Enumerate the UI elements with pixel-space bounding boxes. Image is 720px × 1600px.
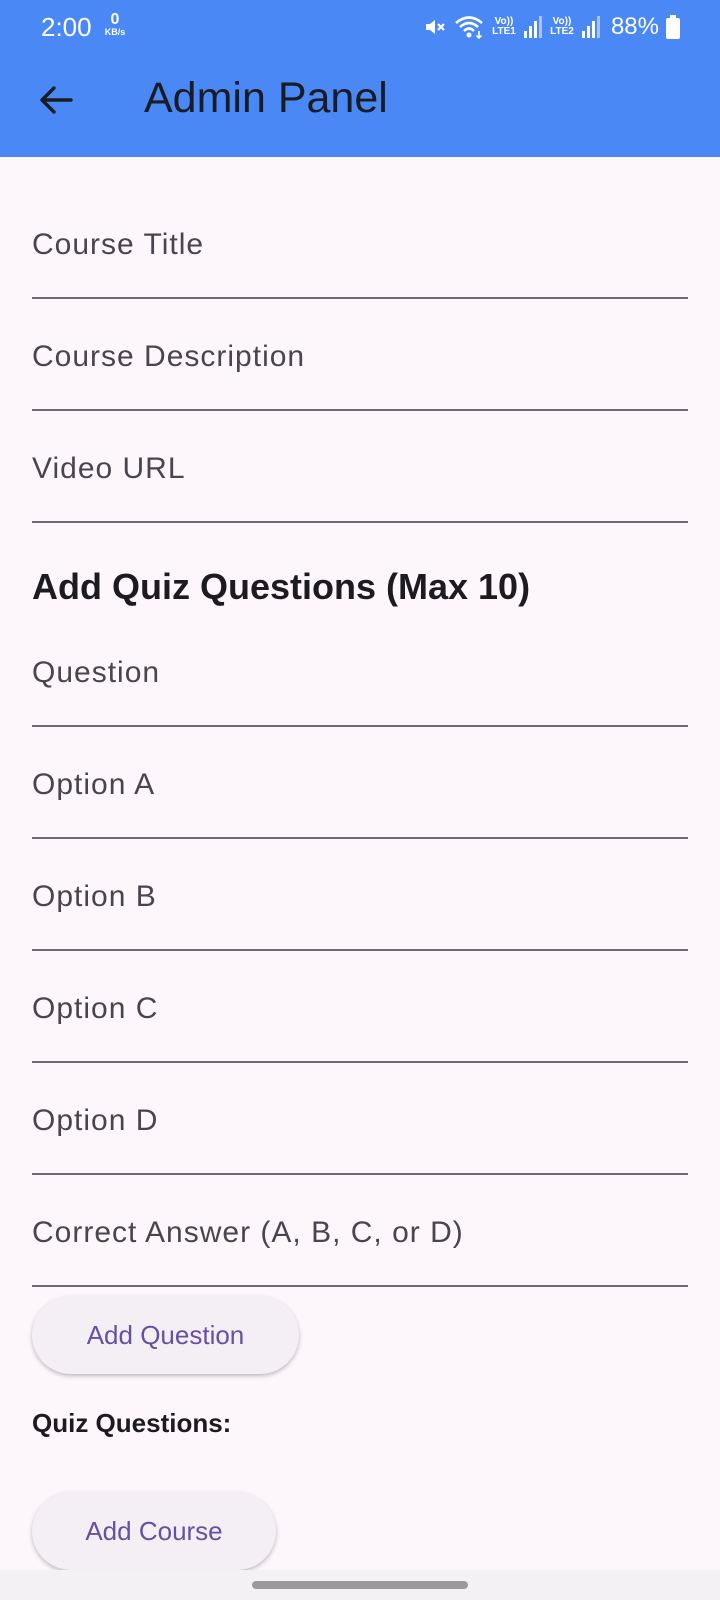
video-url-input[interactable] xyxy=(32,411,688,521)
arrow-left-icon xyxy=(40,86,73,114)
option-b-field xyxy=(32,839,688,951)
page-title: Admin Panel xyxy=(144,74,388,122)
course-title-field xyxy=(32,187,688,299)
quiz-section-heading: Add Quiz Questions (Max 10) xyxy=(32,566,531,607)
status-time: 2:00 xyxy=(41,12,92,42)
back-button[interactable] xyxy=(36,80,76,120)
battery-percent: 88% xyxy=(610,13,659,40)
gesture-handle[interactable] xyxy=(252,1581,468,1589)
sim1-label: Vo)) LTE1 xyxy=(492,16,516,37)
video-url-field xyxy=(32,411,688,523)
net-speed-value: 0 xyxy=(110,11,120,28)
course-description-input[interactable] xyxy=(32,299,688,409)
course-description-field xyxy=(32,299,688,411)
status-icons: Vo)) LTE1 Vo)) LTE2 88% xyxy=(423,12,680,42)
admin-panel-screen: 2:00 0 KB/s Vo)) LTE1 Vo)) LTE2 88% Admi… xyxy=(0,0,720,1600)
net-speed-unit: KB/s xyxy=(104,27,126,37)
quiz-questions-heading: Quiz Questions: xyxy=(32,1408,232,1438)
signal-icon xyxy=(523,16,542,38)
wifi-icon xyxy=(454,14,484,40)
battery-icon xyxy=(666,15,680,39)
status-bar: 2:00 0 KB/s Vo)) LTE1 Vo)) LTE2 88% xyxy=(0,0,720,54)
signal-icon xyxy=(581,16,600,38)
add-course-button[interactable]: Add Course xyxy=(32,1492,276,1570)
option-d-field xyxy=(32,1063,688,1175)
option-d-input[interactable] xyxy=(32,1063,688,1173)
option-a-input[interactable] xyxy=(32,727,688,837)
correct-answer-field xyxy=(32,1175,688,1287)
add-question-button[interactable]: Add Question xyxy=(32,1296,299,1374)
course-title-input[interactable] xyxy=(32,187,688,297)
correct-answer-input[interactable] xyxy=(32,1175,688,1285)
option-c-input[interactable] xyxy=(32,951,688,1061)
option-c-field xyxy=(32,951,688,1063)
option-b-input[interactable] xyxy=(32,839,688,949)
option-a-field xyxy=(32,727,688,839)
question-input[interactable] xyxy=(32,615,688,725)
question-field xyxy=(32,615,688,727)
mute-icon xyxy=(423,15,447,39)
app-header: 2:00 0 KB/s Vo)) LTE1 Vo)) LTE2 88% Admi… xyxy=(0,0,720,157)
sim2-label: Vo)) LTE2 xyxy=(550,16,574,37)
net-speed: 0 KB/s xyxy=(100,12,130,37)
